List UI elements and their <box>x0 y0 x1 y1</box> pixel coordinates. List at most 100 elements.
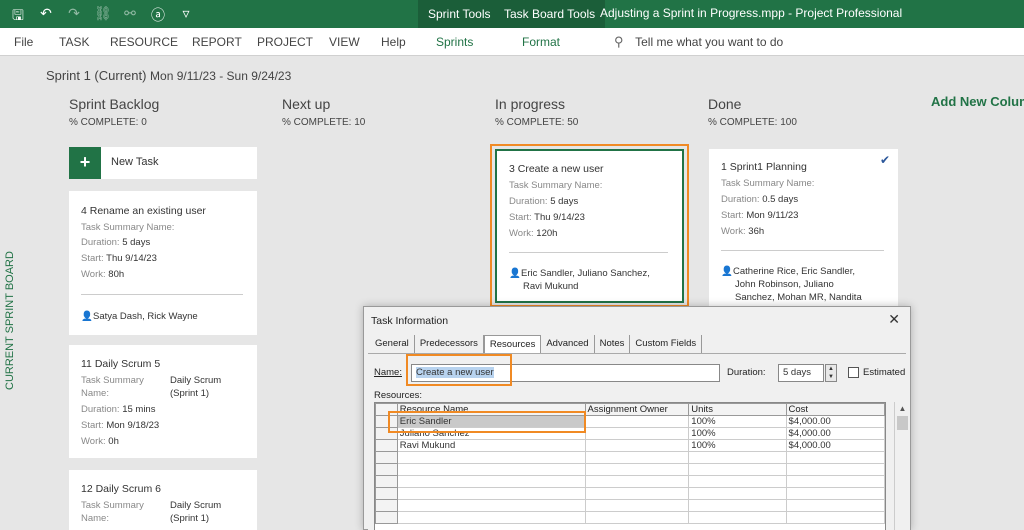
empty-cell[interactable] <box>688 463 787 476</box>
empty-cell[interactable] <box>688 487 787 500</box>
scroll-thumb[interactable] <box>897 416 908 430</box>
owner-cell[interactable] <box>584 415 690 428</box>
empty-cell[interactable] <box>688 511 787 524</box>
empty-cell[interactable] <box>688 499 787 512</box>
duration-spinner[interactable]: ▲ ▼ <box>825 364 837 382</box>
task-card-rename-user[interactable]: 4 Rename an existing user Task Summary N… <box>69 191 257 335</box>
empty-cell[interactable] <box>584 451 690 464</box>
empty-cell[interactable] <box>785 475 885 488</box>
owner-cell[interactable] <box>584 439 690 452</box>
tab-sprint-tools[interactable]: Sprint Tools <box>418 0 501 28</box>
empty-cell[interactable] <box>584 511 690 524</box>
empty-cell[interactable] <box>785 451 885 464</box>
accessibility-icon[interactable]: ⓐ <box>150 5 166 29</box>
row-header[interactable] <box>375 511 398 524</box>
undo-icon[interactable]: ↶ <box>38 5 54 29</box>
empty-cell[interactable] <box>688 451 787 464</box>
tab-task-board-tools[interactable]: Task Board Tools <box>494 0 606 28</box>
empty-cell[interactable] <box>785 499 885 512</box>
spinner-down-icon[interactable]: ▼ <box>826 373 836 381</box>
spinner-up-icon[interactable]: ▲ <box>826 365 836 373</box>
empty-cell[interactable] <box>396 499 586 512</box>
cost-cell[interactable]: $4,000.00 <box>785 439 885 452</box>
tab-project[interactable]: PROJECT <box>257 28 313 56</box>
empty-cell[interactable] <box>785 463 885 476</box>
empty-row[interactable] <box>375 487 885 500</box>
empty-cell[interactable] <box>396 475 586 488</box>
resources-label: Resources: <box>374 390 423 401</box>
units-cell[interactable]: 100% <box>688 439 787 452</box>
col-assignment-owner[interactable]: Assignment Owner <box>584 403 690 416</box>
owner-cell[interactable] <box>584 427 690 440</box>
tab-resource[interactable]: RESOURCE <box>110 28 178 56</box>
unlink-icon[interactable]: ⚯ <box>122 5 138 29</box>
save-icon[interactable]: 🖫 <box>10 5 26 29</box>
duration-field[interactable]: 5 days <box>778 364 824 382</box>
tab-report[interactable]: REPORT <box>192 28 242 56</box>
empty-cell[interactable] <box>785 487 885 500</box>
start-label: Start: <box>81 253 104 264</box>
empty-row[interactable] <box>375 499 885 512</box>
task-card-daily-scrum-5[interactable]: 11 Daily Scrum 5 Task Summary Daily Scru… <box>69 345 257 458</box>
card-summary-line-1: Task Summary <box>81 375 144 386</box>
column-header-next-up: Next up <box>282 96 331 112</box>
customize-qat-icon[interactable]: ▿ <box>178 5 194 29</box>
units-cell[interactable]: 100% <box>688 427 787 440</box>
empty-cell[interactable] <box>785 511 885 524</box>
tab-general[interactable]: General <box>370 335 415 353</box>
task-card-daily-scrum-6[interactable]: 12 Daily Scrum 6 Task Summary Daily Scru… <box>69 470 257 530</box>
scroll-up-icon[interactable]: ▲ <box>895 402 910 416</box>
card-summary-value-1: Daily Scrum <box>170 375 221 386</box>
row-header[interactable] <box>375 439 398 452</box>
empty-cell[interactable] <box>396 451 586 464</box>
row-header[interactable] <box>375 463 398 476</box>
empty-cell[interactable] <box>584 499 690 512</box>
tell-me-text: Tell me what you want to do <box>635 35 784 49</box>
tell-me-box[interactable]: ⚲ Tell me what you want to do <box>614 28 783 56</box>
col-cost[interactable]: Cost <box>785 403 885 416</box>
cost-cell[interactable]: $4,000.00 <box>785 427 885 440</box>
tab-advanced[interactable]: Advanced <box>541 335 595 353</box>
link-icon[interactable]: ⛓ <box>94 5 112 29</box>
empty-cell[interactable] <box>584 463 690 476</box>
row-header[interactable] <box>375 475 398 488</box>
empty-row[interactable] <box>375 511 885 524</box>
tab-view[interactable]: VIEW <box>329 28 360 56</box>
tab-task[interactable]: TASK <box>59 28 89 56</box>
empty-cell[interactable] <box>396 463 586 476</box>
empty-cell[interactable] <box>396 487 586 500</box>
vertical-scrollbar[interactable]: ▲ <box>894 402 910 530</box>
empty-cell[interactable] <box>584 487 690 500</box>
tab-sprints[interactable]: Sprints <box>436 28 473 56</box>
tab-file[interactable]: File <box>14 28 33 56</box>
empty-cell[interactable] <box>688 475 787 488</box>
cost-cell[interactable]: $4,000.00 <box>785 415 885 428</box>
row-header[interactable] <box>375 499 398 512</box>
new-task-button[interactable]: + New Task <box>69 147 257 179</box>
empty-cell[interactable] <box>396 511 586 524</box>
col-units[interactable]: Units <box>688 403 787 416</box>
row-header[interactable] <box>375 487 398 500</box>
dialog-tabs: General Predecessors Resources Advanced … <box>370 335 703 353</box>
empty-row[interactable] <box>375 475 885 488</box>
tab-custom-fields[interactable]: Custom Fields <box>630 335 703 353</box>
empty-row[interactable] <box>375 451 885 464</box>
tab-predecessors[interactable]: Predecessors <box>415 335 484 353</box>
tab-notes[interactable]: Notes <box>595 335 631 353</box>
close-icon[interactable]: ✕ <box>888 311 900 328</box>
summary-value: Daily Scrum <box>170 500 222 511</box>
task-card-sprint1-planning[interactable]: ✔ 1 Sprint1 Planning Task Summary Name: … <box>709 149 898 309</box>
resource-name-cell[interactable]: Ravi Mukund <box>396 439 586 452</box>
ribbon-tabs: File TASK RESOURCE REPORT PROJECT VIEW H… <box>0 28 1024 56</box>
tab-format[interactable]: Format <box>522 28 560 56</box>
tab-help[interactable]: Help <box>381 28 406 56</box>
empty-cell[interactable] <box>584 475 690 488</box>
redo-icon[interactable]: ↷ <box>66 5 82 29</box>
tab-resources[interactable]: Resources <box>483 335 542 353</box>
empty-row[interactable] <box>375 463 885 476</box>
estimated-checkbox[interactable] <box>848 367 859 378</box>
table-row[interactable]: Ravi Mukund 100% $4,000.00 <box>375 439 885 452</box>
add-new-column-button[interactable]: Add New Column <box>931 94 1024 109</box>
row-header[interactable] <box>375 451 398 464</box>
units-cell[interactable]: 100% <box>688 415 787 428</box>
